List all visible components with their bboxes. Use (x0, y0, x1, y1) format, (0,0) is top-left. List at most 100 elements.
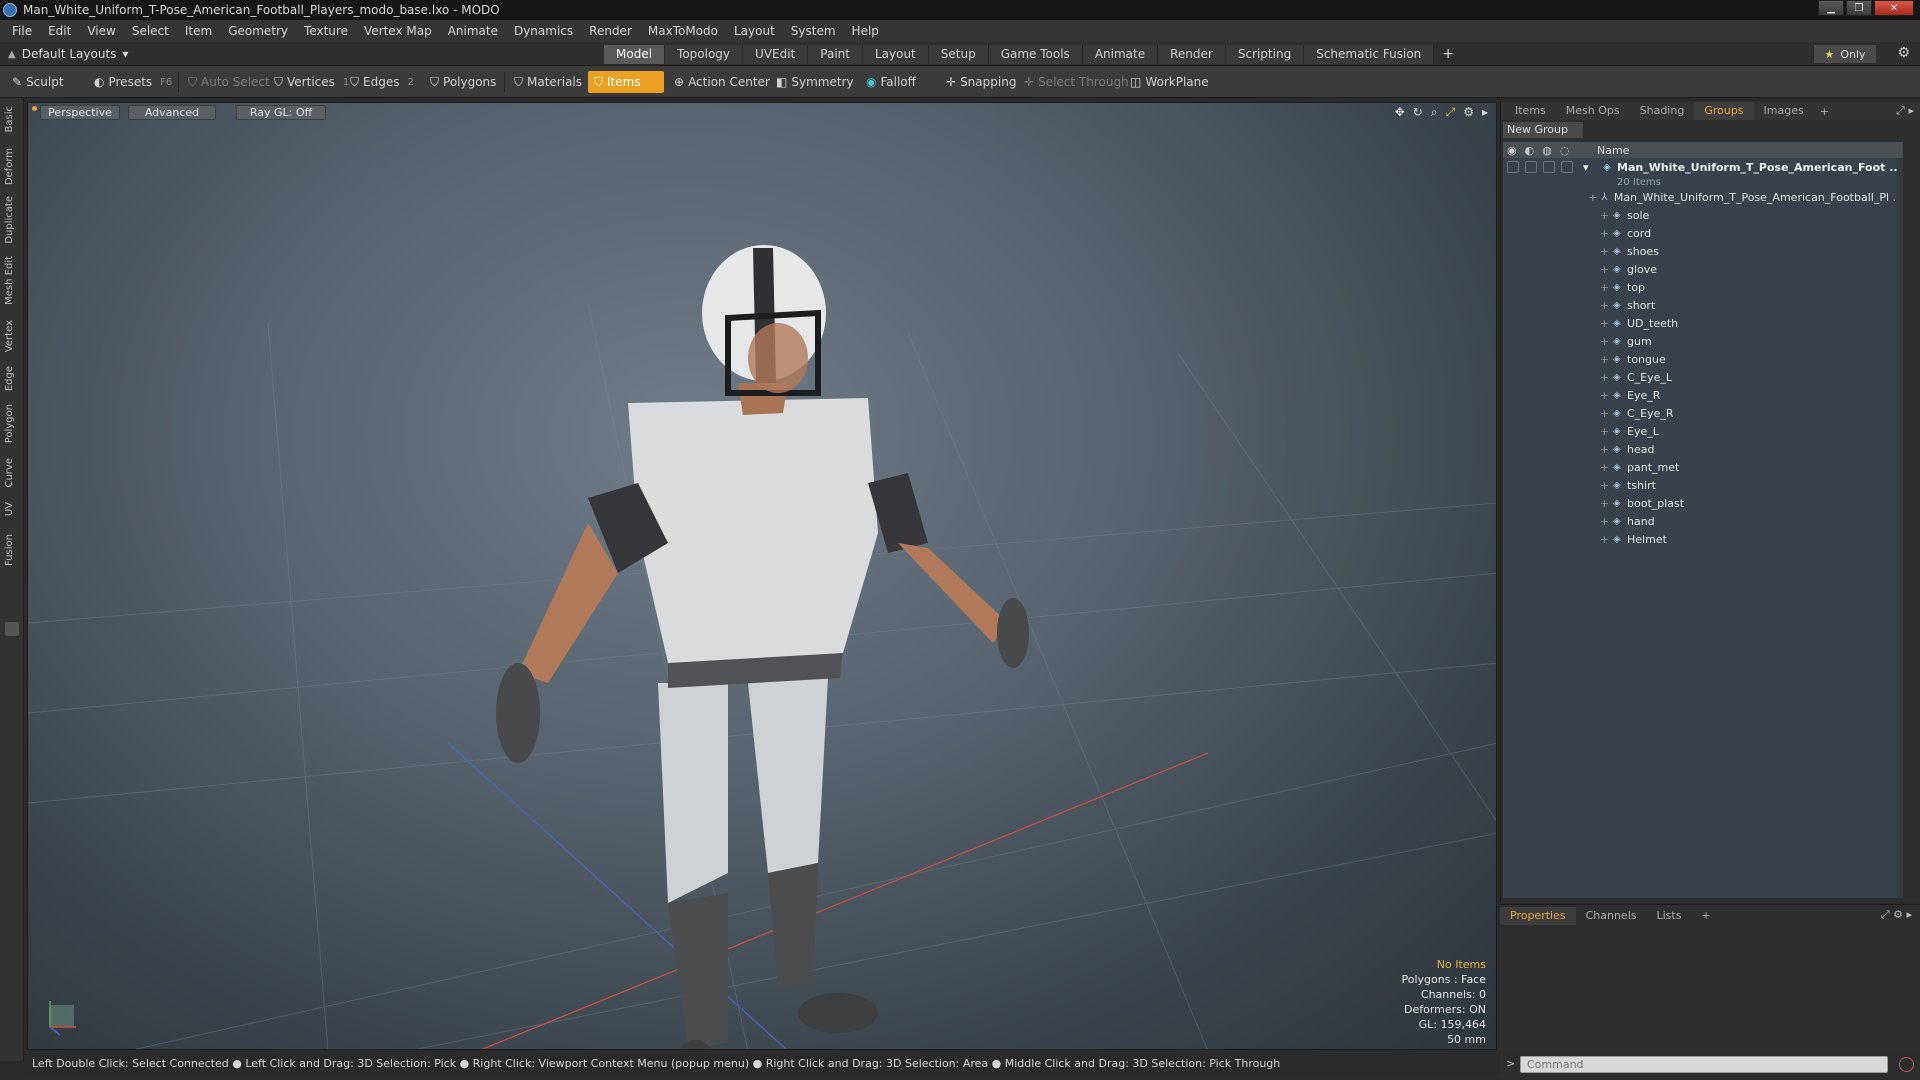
rotate-icon[interactable]: ↻ (1413, 105, 1423, 120)
minimize-button[interactable]: ▁ (1818, 0, 1844, 16)
add-properties-tab-button[interactable]: + (1691, 907, 1720, 925)
tab-channels[interactable]: Channels (1576, 907, 1647, 925)
tree-row[interactable]: + ◈ head (1503, 440, 1903, 458)
eye-icon[interactable]: ◉ (1507, 144, 1517, 157)
render-toggle[interactable] (1525, 161, 1537, 173)
pan-icon[interactable]: ✥ (1395, 105, 1405, 120)
left-tab-basic[interactable]: Basic (4, 106, 20, 132)
expand-icon[interactable]: + (1583, 263, 1613, 276)
tree-row[interactable]: + ◈ Helmet (1503, 530, 1903, 548)
tree-row[interactable]: + ◈ pant_met (1503, 458, 1903, 476)
tree-row[interactable]: + ◈ boot_plast (1503, 494, 1903, 512)
expand-icon[interactable]: + (1583, 407, 1613, 420)
tree-row[interactable]: + ◈ hand (1503, 512, 1903, 530)
menu-geometry[interactable]: Geometry (220, 20, 296, 42)
vertices-button[interactable]: ⛉ Vertices 1 (268, 71, 355, 93)
menu-item[interactable]: Item (177, 20, 220, 42)
tab-layout[interactable]: Layout (862, 45, 929, 64)
left-tab-uv[interactable]: UV (4, 502, 20, 516)
gear-icon[interactable]: ⚙ (1897, 45, 1910, 61)
tab-mesh-ops[interactable]: Mesh Ops (1556, 102, 1630, 120)
tree-row[interactable]: + ◈ Eye_R (1503, 386, 1903, 404)
left-tab-deform[interactable]: Deform (4, 148, 20, 185)
workplane-button[interactable]: ◫ WorkPlane (1124, 71, 1215, 93)
items-button[interactable]: ⛉ Items (588, 71, 664, 93)
expand-icon[interactable]: + (1583, 515, 1613, 528)
tab-setup[interactable]: Setup (928, 45, 989, 64)
tab-groups[interactable]: Groups (1694, 102, 1754, 120)
tree-row[interactable]: + ◈ gum (1503, 332, 1903, 350)
tree-row[interactable]: + ◈ shoes (1503, 242, 1903, 260)
left-tab-duplicate[interactable]: Duplicate (4, 196, 20, 244)
select-toggle[interactable] (1561, 161, 1573, 173)
expand-icon[interactable]: + (1583, 281, 1613, 294)
new-group-button[interactable]: New Group (1503, 122, 1583, 138)
close-button[interactable]: ✕ (1874, 0, 1914, 16)
tab-images[interactable]: Images (1754, 102, 1814, 120)
tree-row[interactable]: + ◈ C_Eye_R (1503, 404, 1903, 422)
falloff-button[interactable]: ◉ Falloff (860, 71, 922, 93)
select-through-button[interactable]: ✛ Select Through (1018, 71, 1135, 93)
tab-schematic-fusion[interactable]: Schematic Fusion (1304, 45, 1435, 64)
auto-select-button[interactable]: ⛉ Auto Select (182, 71, 276, 93)
expand-icon[interactable]: + (1583, 443, 1613, 456)
expand-icon[interactable]: + (1583, 479, 1613, 492)
left-tab-fusion[interactable]: Fusion (4, 534, 20, 566)
materials-button[interactable]: ⛉ Materials (508, 71, 588, 93)
tab-paint[interactable]: Paint (808, 45, 863, 64)
tree-scrollbar[interactable] (1897, 158, 1903, 898)
expand-icon[interactable]: + (1583, 209, 1613, 222)
tree-row[interactable]: + ◈ cord (1503, 224, 1903, 242)
shading-mode-button[interactable]: Advanced (128, 105, 216, 120)
edges-button[interactable]: ⛉ Edges 2 (344, 71, 420, 93)
viewport-gear-icon[interactable]: ⚙ (1463, 105, 1474, 120)
expand-icon[interactable]: + (1583, 425, 1613, 438)
menu-layout[interactable]: Layout (726, 20, 783, 42)
menu-texture[interactable]: Texture (296, 20, 356, 42)
action-center-button[interactable]: ⊕ Action Center (668, 71, 776, 93)
symmetry-button[interactable]: ◧ Symmetry (770, 71, 860, 93)
tree-row[interactable]: + ◈ short (1503, 296, 1903, 314)
only-toggle[interactable]: ★ Only (1814, 45, 1876, 63)
menu-render[interactable]: Render (581, 20, 640, 42)
tree-row[interactable]: + ◈ C_Eye_L (1503, 368, 1903, 386)
expand-icon[interactable]: + (1583, 335, 1613, 348)
tree-row[interactable]: + ◈ glove (1503, 260, 1903, 278)
menu-system[interactable]: System (783, 20, 844, 42)
tab-uvedit[interactable]: UVEdit (743, 45, 809, 64)
select-icon[interactable]: ◌ (1560, 144, 1570, 157)
left-tab-polygon[interactable]: Polygon (4, 404, 20, 443)
tree-row[interactable]: + ◈ tshirt (1503, 476, 1903, 494)
expand-icon[interactable]: + (1583, 389, 1613, 402)
viewport-menu-arrow-icon[interactable]: ▸ (1482, 105, 1488, 120)
tree-row[interactable]: + ◈ UD_teeth (1503, 314, 1903, 332)
name-column-header[interactable]: Name (1583, 144, 1629, 157)
3d-viewport[interactable]: Perspective Advanced Ray GL: Off ✥ ↻ ⌕ ⤢… (27, 102, 1497, 1050)
menu-file[interactable]: File (4, 20, 40, 42)
panel-expand-icon[interactable]: ⤢ ▸ (1896, 104, 1914, 118)
expand-icon[interactable]: + (1574, 191, 1601, 204)
menu-view[interactable]: View (79, 20, 123, 42)
render-icon[interactable]: ◐ (1525, 144, 1535, 157)
strip-toggle-button[interactable] (5, 622, 19, 636)
maximize-button[interactable]: ❐ (1846, 0, 1872, 16)
menu-edit[interactable]: Edit (40, 20, 79, 42)
left-tab-curve[interactable]: Curve (4, 458, 20, 488)
raygl-button[interactable]: Ray GL: Off (236, 105, 326, 120)
tab-model[interactable]: Model (604, 45, 666, 64)
menu-maxtomodo[interactable]: MaxToModo (640, 20, 726, 42)
tree-row[interactable]: + ◈ tongue (1503, 350, 1903, 368)
add-tab-button[interactable]: + (1434, 45, 1462, 64)
left-tab-edge[interactable]: Edge (4, 366, 20, 391)
tab-shading[interactable]: Shading (1630, 102, 1695, 120)
menu-animate[interactable]: Animate (440, 20, 506, 42)
expand-icon[interactable]: + (1583, 497, 1613, 510)
expand-icon[interactable]: + (1583, 371, 1613, 384)
expand-icon[interactable]: + (1583, 245, 1613, 258)
tab-topology[interactable]: Topology (665, 45, 744, 64)
tab-animate[interactable]: Animate (1082, 45, 1159, 64)
snapping-button[interactable]: ✛ Snapping (940, 71, 1022, 93)
tree-row[interactable]: + ◈ top (1503, 278, 1903, 296)
tree-row[interactable]: + ⅄ Man_White_Uniform_T_Pose_American_Foot… (1503, 188, 1903, 206)
tab-items[interactable]: Items (1501, 102, 1556, 120)
